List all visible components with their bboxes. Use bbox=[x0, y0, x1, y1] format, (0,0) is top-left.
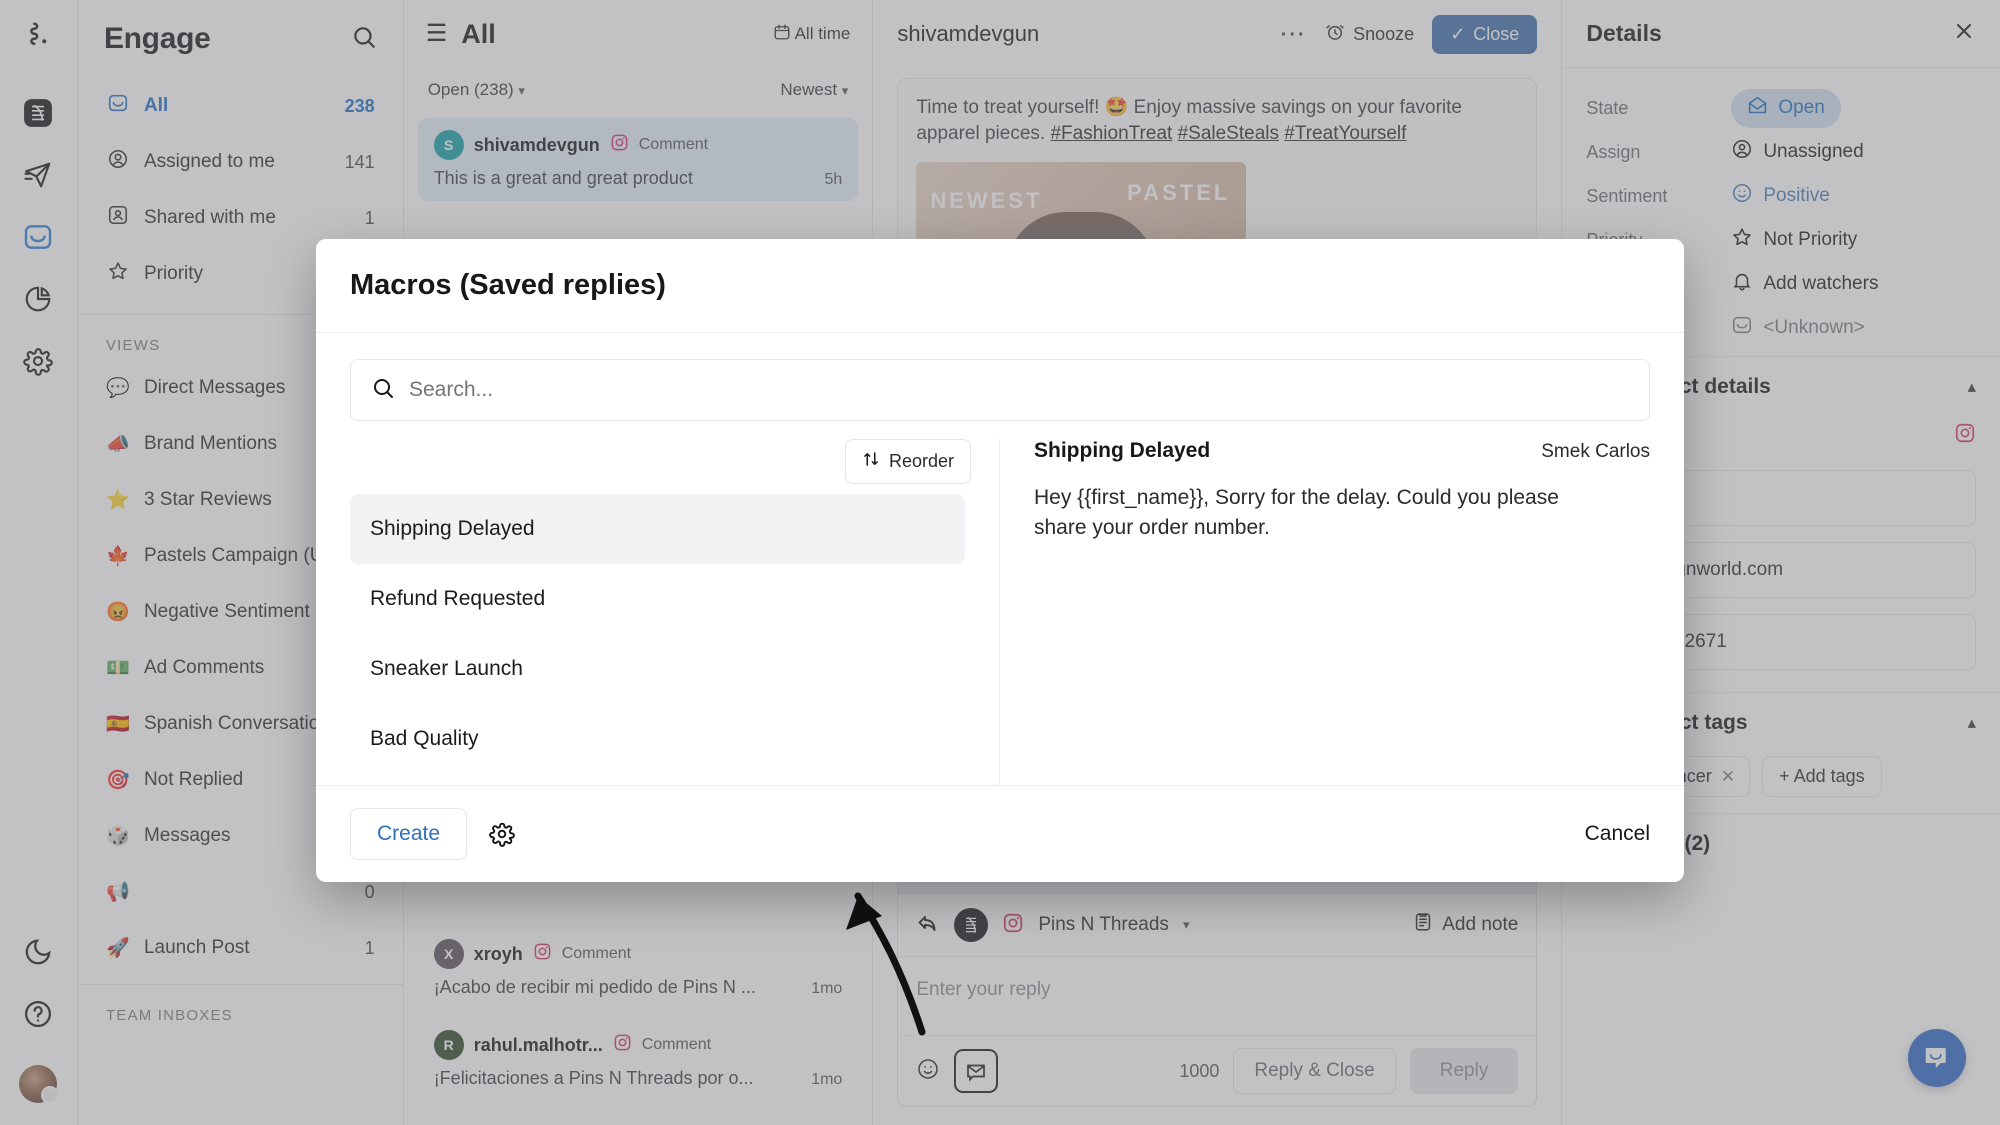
macros-search-box[interactable] bbox=[350, 359, 1650, 421]
macros-modal-title: Macros (Saved replies) bbox=[350, 269, 1650, 302]
cancel-button[interactable]: Cancel bbox=[1585, 822, 1650, 846]
reorder-button[interactable]: Reorder bbox=[845, 439, 971, 484]
macro-list-item[interactable]: Sneaker Launch bbox=[350, 634, 965, 704]
macros-list-pane: Reorder Shipping Delayed Refund Requeste… bbox=[316, 439, 1000, 785]
search-icon bbox=[371, 376, 395, 405]
app-root: Engage All 238 bbox=[0, 0, 2000, 1125]
macro-list-item[interactable]: Bad Quality bbox=[350, 704, 965, 774]
macros-modal-footer: Create Cancel bbox=[316, 785, 1684, 882]
macro-list-item[interactable]: Refund Requested bbox=[350, 564, 965, 634]
macro-detail-body: Hey {{first_name}}, Sorry for the delay.… bbox=[1034, 483, 1614, 544]
gear-icon[interactable] bbox=[489, 821, 515, 847]
macro-detail-header: Shipping Delayed Smek Carlos bbox=[1034, 439, 1650, 463]
macros-list: Shipping Delayed Refund Requested Sneake… bbox=[316, 494, 999, 774]
macros-modal-body: Reorder Shipping Delayed Refund Requeste… bbox=[316, 439, 1684, 785]
macros-modal-header: Macros (Saved replies) bbox=[316, 239, 1684, 333]
macros-modal: Macros (Saved replies) bbox=[316, 239, 1684, 882]
macro-detail-title: Shipping Delayed bbox=[1034, 439, 1541, 463]
create-button[interactable]: Create bbox=[350, 808, 467, 860]
macros-search-wrapper bbox=[316, 333, 1684, 421]
search-input[interactable] bbox=[409, 378, 1629, 402]
sort-icon bbox=[862, 450, 880, 473]
reorder-label: Reorder bbox=[889, 451, 954, 472]
macro-detail-pane: Shipping Delayed Smek Carlos Hey {{first… bbox=[1000, 439, 1684, 785]
macro-detail-author: Smek Carlos bbox=[1541, 441, 1650, 463]
macro-list-item[interactable]: Shipping Delayed bbox=[350, 494, 965, 564]
reorder-wrapper: Reorder bbox=[316, 439, 999, 494]
